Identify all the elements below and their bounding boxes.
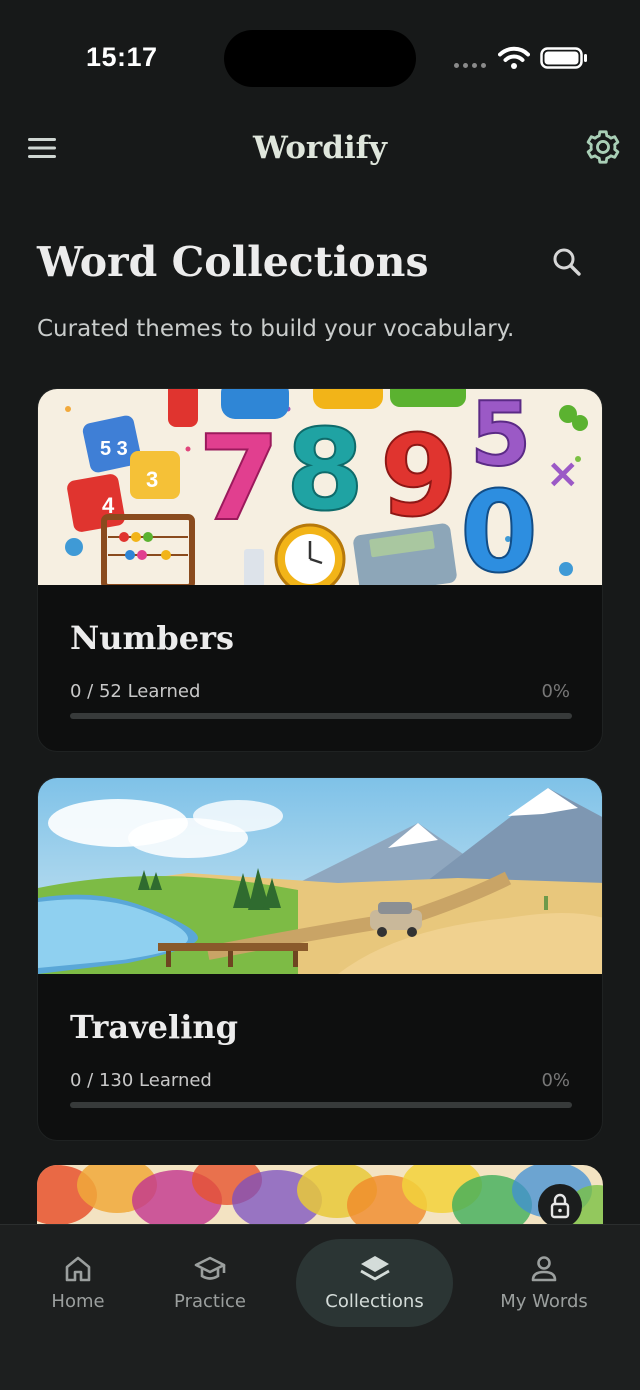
nav-practice[interactable]: Practice bbox=[150, 1239, 270, 1327]
person-icon bbox=[531, 1256, 557, 1282]
status-bar: 15:17 bbox=[0, 0, 640, 110]
collection-progress-text: 0 / 52 Learned bbox=[70, 681, 201, 702]
lock-icon bbox=[550, 1193, 570, 1219]
nav-collections[interactable]: Collections bbox=[296, 1239, 453, 1327]
collection-card-numbers[interactable]: 5 3 3 4 7 8 9 5 0 × Numbers 0 / 52 Learn… bbox=[37, 388, 603, 752]
traveling-illustration bbox=[38, 778, 602, 974]
nav-label: Collections bbox=[325, 1291, 424, 1312]
svg-text:0: 0 bbox=[460, 468, 538, 585]
svg-text:8: 8 bbox=[286, 406, 364, 536]
svg-text:5 3: 5 3 bbox=[100, 438, 128, 460]
lock-badge bbox=[538, 1184, 582, 1228]
nav-label: My Words bbox=[500, 1291, 588, 1312]
home-icon bbox=[65, 1256, 91, 1282]
svg-text:3: 3 bbox=[146, 467, 158, 492]
nav-home[interactable]: Home bbox=[28, 1239, 128, 1327]
page-title: Word Collections bbox=[37, 238, 429, 286]
wifi-icon bbox=[498, 46, 530, 69]
collection-card-traveling[interactable]: Traveling 0 / 130 Learned 0% bbox=[37, 777, 603, 1141]
collection-percent: 0% bbox=[541, 681, 570, 702]
progress-bar bbox=[70, 1102, 572, 1108]
layers-icon bbox=[359, 1256, 390, 1281]
bottom-navigation: Home Practice Collections My Words bbox=[0, 1224, 640, 1390]
numbers-illustration: 5 3 3 4 7 8 9 5 0 × bbox=[38, 389, 602, 585]
collection-progress-text: 0 / 130 Learned bbox=[70, 1070, 212, 1091]
nav-label: Home bbox=[51, 1291, 105, 1312]
progress-bar bbox=[70, 713, 572, 719]
app-header: Wordify bbox=[0, 110, 640, 190]
nav-my-words[interactable]: My Words bbox=[488, 1239, 600, 1327]
page-subtitle: Curated themes to build your vocabulary. bbox=[37, 316, 515, 342]
cellular-signal-icon bbox=[454, 63, 486, 68]
nav-label: Practice bbox=[174, 1291, 246, 1312]
status-time: 15:17 bbox=[86, 42, 158, 72]
app-title: Wordify bbox=[252, 130, 388, 166]
collection-title: Traveling bbox=[70, 1008, 238, 1046]
dynamic-island bbox=[224, 30, 416, 87]
collection-percent: 0% bbox=[541, 1070, 570, 1091]
graduation-cap-icon bbox=[194, 1256, 226, 1280]
collection-title: Numbers bbox=[70, 619, 234, 657]
svg-text:7: 7 bbox=[198, 409, 280, 547]
svg-text:9: 9 bbox=[380, 412, 458, 542]
svg-text:×: × bbox=[546, 451, 580, 497]
search-icon[interactable] bbox=[548, 243, 586, 281]
gear-icon[interactable] bbox=[584, 128, 622, 166]
battery-icon bbox=[540, 47, 587, 69]
